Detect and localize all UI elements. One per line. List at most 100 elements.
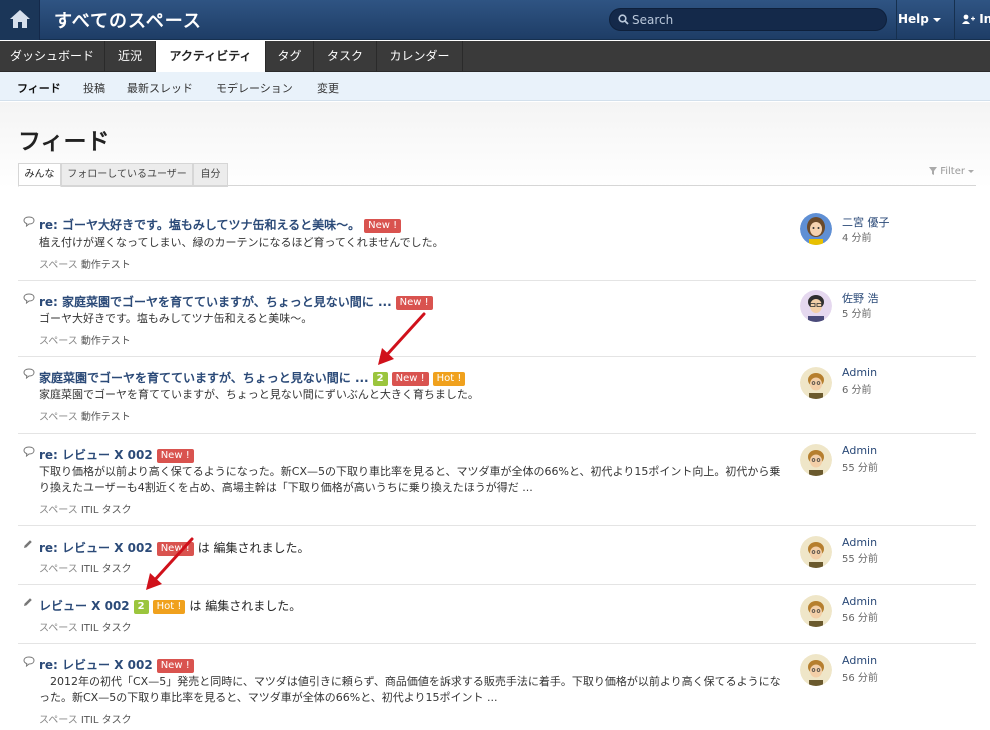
feed-item-body: 家庭菜園でゴーヤを育てていますが、ちょっと見ない間にずいぶんと大きく育ちました。	[39, 388, 479, 401]
feed-item-body: 下取り価格が以前より高く保てるようになった。新CX—5の下取り車比率を見ると、マ…	[39, 465, 781, 494]
feed-item-title[interactable]: re: 家庭菜園でゴーヤを育てていますが、ちょっと見ない間に ... New !	[39, 293, 433, 310]
feed-item: 家庭菜園でゴーヤを育てていますが、ちょっと見ない間に ... 2 New ! Hot …	[18, 357, 976, 434]
tab-mine[interactable]: 自分	[193, 163, 228, 187]
feed-item-meta: スペース 動作テスト	[39, 332, 131, 347]
user-name[interactable]: 佐野 浩	[842, 290, 879, 306]
subnav-latest-threads[interactable]: 最新スレッド	[127, 80, 193, 96]
comment-icon	[23, 446, 35, 457]
chevron-down-icon	[968, 169, 975, 173]
comment-icon	[23, 656, 35, 667]
nav-activity[interactable]: アクティビティ	[156, 41, 266, 73]
edited-text: は 編集されました。	[197, 541, 310, 555]
divider	[18, 185, 976, 186]
nav-recent[interactable]: 近況	[105, 41, 156, 72]
invite-menu[interactable]: In	[962, 12, 990, 26]
feed-item-meta: スペース 動作テスト	[39, 408, 131, 423]
avatar[interactable]	[800, 367, 832, 399]
search-input[interactable]	[632, 11, 872, 28]
feed-item-meta: スペース ITIL タスク	[39, 560, 132, 575]
tab-following[interactable]: フォローしているユーザー	[61, 163, 193, 187]
space-link[interactable]: ITIL タスク	[81, 564, 132, 575]
home-button[interactable]	[0, 0, 40, 40]
invite-label: In	[979, 12, 990, 26]
feed-item-title[interactable]: re: レビュー X 002 New !	[39, 656, 194, 673]
page-title: フィード	[18, 129, 110, 155]
nav-tasks[interactable]: タスク	[314, 41, 377, 72]
feed-item-title[interactable]: re: レビュー X 002 New ! は 編集されました。	[39, 539, 310, 556]
nav-dashboard[interactable]: ダッシュボード	[0, 41, 105, 72]
filter-icon	[929, 167, 937, 175]
feed-item-title-text: レビュー X 002	[39, 599, 130, 613]
filter-label: Filter	[940, 166, 965, 177]
user-name[interactable]: Admin	[842, 444, 877, 457]
tab-everyone[interactable]: みんな	[18, 163, 61, 187]
avatar[interactable]	[800, 444, 832, 476]
hot-badge: Hot !	[432, 372, 466, 386]
add-user-icon	[962, 14, 975, 24]
filter-button[interactable]: Filter	[929, 166, 975, 177]
space-link[interactable]: ITIL タスク	[81, 715, 132, 726]
comment-icon	[23, 368, 35, 379]
new-badge: New !	[364, 219, 402, 233]
sub-nav: フィード 投稿 最新スレッド モデレーション 変更	[0, 72, 990, 101]
user-name[interactable]: Admin	[842, 654, 877, 667]
avatar[interactable]	[800, 654, 832, 686]
space-link[interactable]: ITIL タスク	[81, 623, 132, 634]
timestamp: 56 分前	[842, 673, 878, 684]
avatar[interactable]	[800, 536, 832, 568]
space-link[interactable]: ITIL タスク	[81, 505, 132, 516]
nav-calendar[interactable]: カレンダー	[377, 41, 463, 72]
pencil-icon	[24, 598, 32, 606]
feed-item-body: 2012年の初代「CX—5」発売と同時に、マツダは値引きに頼らず、商品価値を訴求…	[39, 675, 781, 704]
divider	[896, 0, 897, 40]
hot-badge: Hot !	[152, 600, 186, 614]
feed-item: re: レビュー X 002 New ! 2012年の初代「CX—5」発売と同時に…	[18, 644, 976, 730]
feed-item-title-text: re: ゴーヤ大好きです。塩もみしてツナ缶和えると美味〜。	[39, 218, 361, 232]
help-label: Help	[898, 12, 929, 26]
nav-tags[interactable]: タグ	[266, 41, 314, 72]
subnav-moderation[interactable]: モデレーション	[216, 80, 293, 96]
feed-item-meta: スペース 動作テスト	[39, 256, 131, 271]
feed-item: re: レビュー X 002 New ! は 編集されました。 スペース ITIL タ…	[18, 526, 976, 585]
help-menu[interactable]: Help	[898, 12, 941, 26]
feed-item-meta: スペース ITIL タスク	[39, 711, 132, 726]
main-nav: ダッシュボード 近況 アクティビティ タグ タスク カレンダー	[0, 41, 990, 73]
space-label: スペース	[39, 260, 78, 271]
feed-item-title[interactable]: re: レビュー X 002 New !	[39, 446, 194, 463]
avatar[interactable]	[800, 290, 832, 322]
timestamp: 4 分前	[842, 233, 872, 244]
feed-item-title[interactable]: re: ゴーヤ大好きです。塩もみしてツナ缶和えると美味〜。 New !	[39, 216, 402, 233]
feed-item-title[interactable]: レビュー X 002 2 Hot ! は 編集されました。	[39, 597, 301, 614]
user-name[interactable]: Admin	[842, 536, 877, 549]
new-badge: New !	[391, 372, 429, 386]
avatar[interactable]	[800, 595, 832, 627]
search-box[interactable]	[609, 8, 887, 31]
top-bar: すべてのスペース Help In	[0, 0, 990, 40]
user-name[interactable]: Admin	[842, 366, 877, 379]
timestamp: 55 分前	[842, 554, 878, 565]
count-badge: 2	[372, 372, 388, 386]
avatar[interactable]	[800, 213, 832, 245]
space-title[interactable]: すべてのスペース	[54, 7, 202, 33]
feed-item-title-text: re: レビュー X 002	[39, 541, 153, 555]
home-icon	[10, 10, 30, 28]
user-name[interactable]: Admin	[842, 595, 877, 608]
feed-item-meta: スペース ITIL タスク	[39, 619, 132, 634]
feed-item-title-text: re: レビュー X 002	[39, 448, 153, 462]
user-name[interactable]: 二宮 優子	[842, 214, 890, 230]
feed-item-title-text: re: 家庭菜園でゴーヤを育てていますが、ちょっと見ない間に ...	[39, 295, 392, 309]
new-badge: New !	[156, 542, 194, 556]
feed-item-title[interactable]: 家庭菜園でゴーヤを育てていますが、ちょっと見ない間に ... 2 New ! Hot …	[39, 369, 466, 386]
subnav-posts[interactable]: 投稿	[83, 80, 105, 96]
space-label: スペース	[39, 505, 78, 516]
space-link[interactable]: 動作テスト	[81, 336, 131, 347]
space-label: スペース	[39, 715, 78, 726]
pencil-icon	[24, 540, 32, 548]
subnav-changes[interactable]: 変更	[317, 80, 339, 96]
space-link[interactable]: 動作テスト	[81, 412, 131, 423]
space-label: スペース	[39, 623, 78, 634]
page-header: フィード みんな フォローしているユーザー 自分 Filter	[0, 102, 990, 188]
subnav-feed[interactable]: フィード	[17, 80, 61, 96]
timestamp: 56 分前	[842, 613, 878, 624]
space-link[interactable]: 動作テスト	[81, 260, 131, 271]
